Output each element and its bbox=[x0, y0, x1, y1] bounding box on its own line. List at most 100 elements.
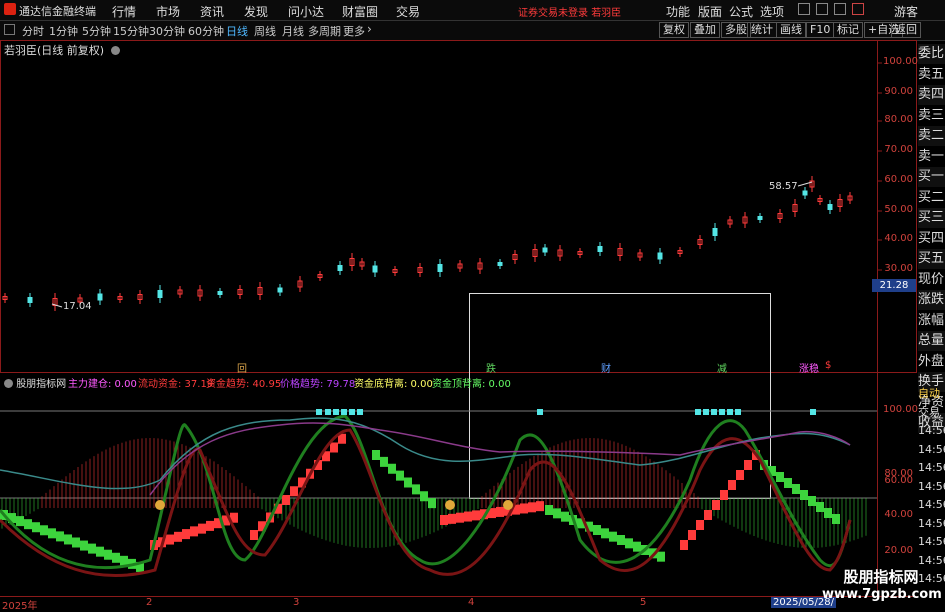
signal-block bbox=[593, 525, 601, 535]
signal-block bbox=[720, 490, 728, 500]
signal-block bbox=[198, 523, 206, 534]
signal-block bbox=[206, 520, 214, 531]
signal-block bbox=[704, 510, 712, 520]
sidebar-item[interactable]: 卖二 bbox=[918, 126, 945, 146]
sidebar-item[interactable]: 卖一 bbox=[918, 146, 945, 167]
candle bbox=[157, 290, 163, 298]
money-bag-icon bbox=[155, 500, 165, 510]
signal-block bbox=[72, 537, 80, 548]
signal-block bbox=[545, 505, 553, 515]
y-tick: 70.00 bbox=[884, 144, 913, 155]
signal-block bbox=[166, 534, 174, 545]
signal-block bbox=[112, 552, 120, 563]
main-frame bbox=[0, 40, 917, 373]
y-tick: 80.00 bbox=[884, 114, 913, 125]
signal-block bbox=[420, 491, 428, 502]
sidebar-bottom-item[interactable]: 14:56 bbox=[918, 478, 945, 496]
signal-block bbox=[64, 534, 72, 545]
signal-block bbox=[536, 501, 544, 512]
signal-block bbox=[16, 516, 24, 527]
sidebar-item[interactable]: 买五 bbox=[918, 249, 945, 269]
top-marker bbox=[703, 409, 709, 415]
indicator-value: 资金趋势: 40.95 bbox=[206, 379, 282, 390]
signal-block bbox=[104, 549, 112, 560]
x-tick: 5 bbox=[640, 597, 647, 608]
sidebar-bottom-item[interactable]: 14:56 bbox=[918, 441, 945, 459]
signal-block bbox=[388, 463, 396, 474]
signal-block bbox=[808, 496, 816, 506]
signal-label: 涨稳 bbox=[799, 364, 819, 375]
y-tick: 50.00 bbox=[884, 204, 913, 215]
y-tick: 60.00 bbox=[884, 174, 913, 185]
candle bbox=[542, 247, 548, 253]
top-marker bbox=[357, 409, 363, 415]
candle bbox=[217, 291, 223, 295]
sidebar-bottom-item[interactable]: 14:56 bbox=[918, 459, 945, 477]
sidebar-item[interactable]: 买一 bbox=[918, 167, 945, 187]
selection-box bbox=[469, 293, 771, 499]
signal-block bbox=[496, 506, 504, 517]
signal-block bbox=[120, 555, 128, 566]
sidebar-item[interactable]: 委比 bbox=[918, 44, 945, 64]
signal-block bbox=[784, 478, 792, 488]
sidebar-item[interactable]: 涨跌 bbox=[918, 290, 945, 310]
sidebar-item[interactable]: 卖五 bbox=[918, 64, 945, 85]
signal-block bbox=[520, 503, 528, 514]
sidebar-item[interactable]: 买四 bbox=[918, 228, 945, 249]
signal-block bbox=[282, 495, 290, 505]
signal-block bbox=[48, 528, 56, 539]
sidebar-bottom-item[interactable]: 14:56 bbox=[918, 422, 945, 440]
candle bbox=[277, 287, 283, 293]
signal-block bbox=[412, 484, 420, 495]
signal-block bbox=[800, 490, 808, 500]
sidebar-item[interactable]: 卖三 bbox=[918, 105, 945, 126]
candle bbox=[437, 264, 443, 272]
candle bbox=[827, 204, 833, 210]
signal-block bbox=[609, 531, 617, 542]
sidebar-item[interactable]: 买三 bbox=[918, 208, 945, 228]
indicator-settings-icon[interactable] bbox=[4, 379, 13, 388]
low-price-label: 17.04 bbox=[63, 301, 92, 312]
signal-block bbox=[776, 472, 784, 482]
money-bag-icon bbox=[445, 500, 455, 510]
signal-block bbox=[625, 538, 633, 549]
signal-label: 回 bbox=[237, 364, 247, 375]
signal-block bbox=[88, 543, 96, 554]
signal-block bbox=[792, 484, 800, 494]
signal-block bbox=[380, 456, 388, 467]
candle bbox=[27, 297, 33, 303]
sidebar-item[interactable]: 总量 bbox=[918, 331, 945, 351]
signal-block bbox=[617, 535, 625, 545]
trend-curve-1 bbox=[0, 417, 851, 490]
high-price-label: 58.57 bbox=[769, 181, 798, 192]
signal-block bbox=[80, 540, 88, 551]
signal-block bbox=[396, 470, 404, 481]
top-marker bbox=[695, 409, 701, 415]
sidebar-bottom-item[interactable]: 交易 bbox=[918, 404, 945, 422]
top-marker bbox=[810, 409, 816, 415]
top-marker bbox=[341, 409, 347, 415]
top-marker bbox=[349, 409, 355, 415]
indicator-value: 流动资金: 37.19 bbox=[138, 379, 214, 390]
sidebar-item[interactable]: 外盘 bbox=[918, 351, 945, 372]
sidebar-item[interactable]: 现价 bbox=[918, 269, 945, 290]
sidebar-bottom-item[interactable]: 14:56 bbox=[918, 533, 945, 551]
candle bbox=[657, 252, 663, 260]
sidebar-item[interactable]: 卖四 bbox=[918, 85, 945, 105]
sidebar-item[interactable]: 买二 bbox=[918, 187, 945, 208]
signal-block bbox=[250, 530, 258, 540]
signal-block bbox=[688, 530, 696, 540]
signal-label: $ bbox=[825, 360, 832, 371]
sidebar-bottom-item[interactable]: 14:56 bbox=[918, 515, 945, 533]
candle bbox=[757, 216, 763, 220]
candle bbox=[372, 265, 378, 273]
signal-block bbox=[96, 546, 104, 557]
indicator-y-tick: 20.00 bbox=[884, 545, 913, 556]
signal-block bbox=[456, 512, 464, 523]
sidebar-bottom-item[interactable]: 自动 bbox=[918, 385, 945, 403]
chart-canvas bbox=[0, 40, 917, 597]
x-tick: 4 bbox=[468, 597, 475, 608]
sidebar-bottom-item[interactable]: 14:56 bbox=[918, 496, 945, 514]
signal-block bbox=[657, 551, 665, 562]
sidebar-item[interactable]: 涨幅 bbox=[918, 310, 945, 331]
